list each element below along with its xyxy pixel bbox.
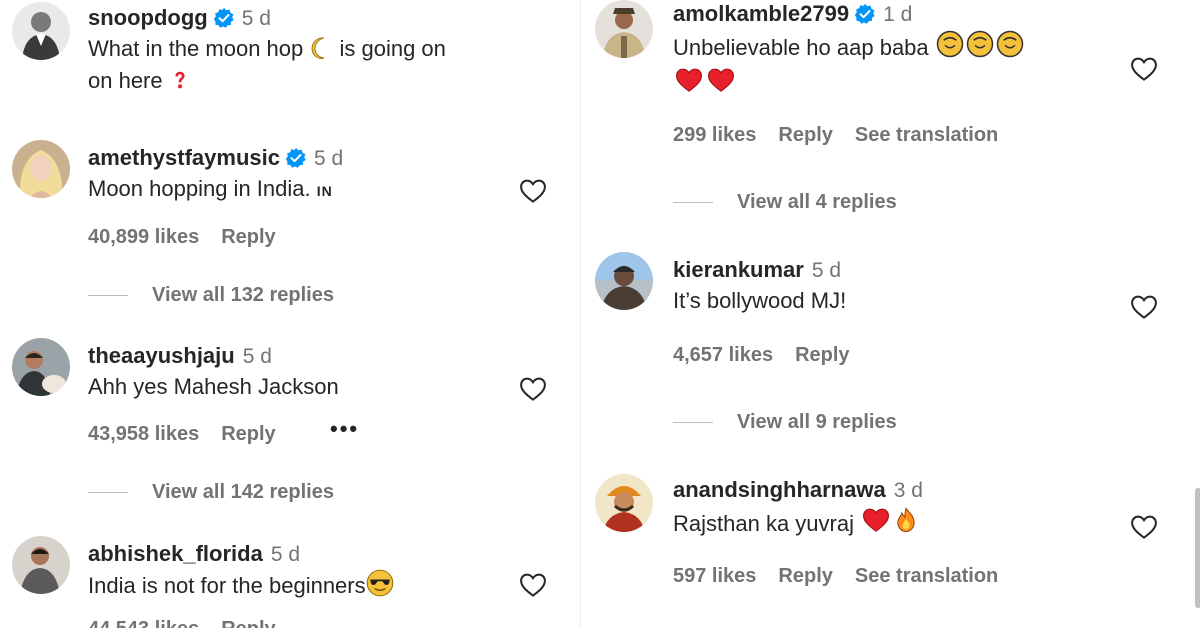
red-heart-icon: [705, 65, 737, 95]
view-replies-button[interactable]: View all 9 replies: [673, 411, 897, 434]
comments-column-right: amolkamble2799 1 d Unbelievable ho aap ba…: [580, 0, 1200, 628]
verified-badge-icon: [286, 148, 306, 168]
likes-count[interactable]: 44,543 likes: [88, 618, 199, 628]
comment-text: Ahh yes Mahesh Jackson: [88, 374, 339, 399]
timestamp[interactable]: 5 d: [271, 543, 300, 566]
view-replies-button[interactable]: View all 142 replies: [88, 481, 334, 504]
red-heart-icon: [673, 65, 705, 95]
fire-icon: [892, 505, 920, 535]
avatar[interactable]: [12, 338, 70, 396]
red-heart-icon: [860, 505, 892, 535]
clapping-hands-icon: [935, 29, 965, 59]
reply-button[interactable]: Reply: [795, 344, 849, 366]
likes-count[interactable]: 40,899 likes: [88, 226, 199, 248]
like-heart-icon[interactable]: [1129, 54, 1159, 84]
username[interactable]: snoopdogg: [88, 5, 208, 30]
see-translation-button[interactable]: See translation: [855, 124, 998, 146]
reply-button[interactable]: Reply: [221, 618, 275, 628]
username[interactable]: amolkamble2799: [673, 1, 849, 26]
timestamp[interactable]: 1 d: [883, 3, 912, 26]
timestamp[interactable]: 5 d: [243, 345, 272, 368]
username[interactable]: theaayushjaju: [88, 343, 235, 368]
more-options-button[interactable]: •••: [330, 416, 359, 442]
reply-button[interactable]: Reply: [221, 423, 275, 445]
replies-divider: [88, 295, 128, 297]
view-replies-button[interactable]: View all 4 replies: [673, 191, 897, 214]
likes-count[interactable]: 299 likes: [673, 124, 756, 146]
crescent-moon-icon: [309, 36, 333, 60]
avatar[interactable]: [12, 2, 70, 60]
likes-count[interactable]: 43,958 likes: [88, 423, 199, 445]
username[interactable]: kierankumar: [673, 257, 804, 282]
reply-button[interactable]: Reply: [778, 124, 832, 146]
clapping-hands-icon: [965, 29, 995, 59]
like-heart-icon[interactable]: [518, 374, 548, 404]
verified-badge-icon: [855, 4, 875, 24]
scrollbar[interactable]: [1195, 488, 1200, 608]
timestamp[interactable]: 5 d: [314, 147, 343, 170]
avatar[interactable]: [12, 140, 70, 198]
timestamp[interactable]: 5 d: [242, 7, 271, 30]
see-translation-button[interactable]: See translation: [855, 565, 998, 587]
comment-text: Unbelievable ho aap baba: [673, 29, 1025, 101]
clapping-hands-icon: [995, 29, 1025, 59]
likes-count[interactable]: 4,657 likes: [673, 344, 773, 366]
avatar[interactable]: [595, 474, 653, 532]
avatar[interactable]: [595, 252, 653, 310]
verified-badge-icon: [214, 8, 234, 28]
avatar[interactable]: [12, 536, 70, 594]
india-flag-icon: IN: [316, 183, 333, 199]
like-heart-icon[interactable]: [518, 570, 548, 600]
replies-divider: [88, 492, 128, 494]
comments-column-left: snoopdogg 5 d What in the moon hop is goi…: [0, 0, 580, 628]
sunglasses-face-icon: [366, 569, 394, 597]
comment-text: It’s bollywood MJ!: [673, 288, 847, 313]
replies-divider: [673, 202, 713, 204]
like-heart-icon[interactable]: [518, 176, 548, 206]
reply-button[interactable]: Reply: [778, 565, 832, 587]
username[interactable]: abhishek_florida: [88, 541, 263, 566]
timestamp[interactable]: 3 d: [894, 479, 923, 502]
comment-text: Moon hopping in India. IN: [88, 176, 333, 201]
likes-count[interactable]: 597 likes: [673, 565, 756, 587]
reply-button[interactable]: Reply: [221, 226, 275, 248]
avatar[interactable]: [595, 0, 653, 58]
like-heart-icon[interactable]: [1129, 512, 1159, 542]
timestamp[interactable]: 5 d: [812, 259, 841, 282]
comment-text: What in the moon hop is going on on here: [88, 36, 446, 93]
replies-divider: [673, 422, 713, 424]
username[interactable]: anandsinghharnawa: [673, 477, 886, 502]
like-heart-icon[interactable]: [1129, 292, 1159, 322]
red-question-mark-icon: [169, 68, 191, 92]
view-replies-button[interactable]: View all 132 replies: [88, 284, 334, 307]
comment-text: Rajsthan ka yuvraj: [673, 505, 923, 540]
comment-text: India is not for the beginners: [88, 569, 394, 602]
username[interactable]: amethystfaymusic: [88, 145, 280, 170]
